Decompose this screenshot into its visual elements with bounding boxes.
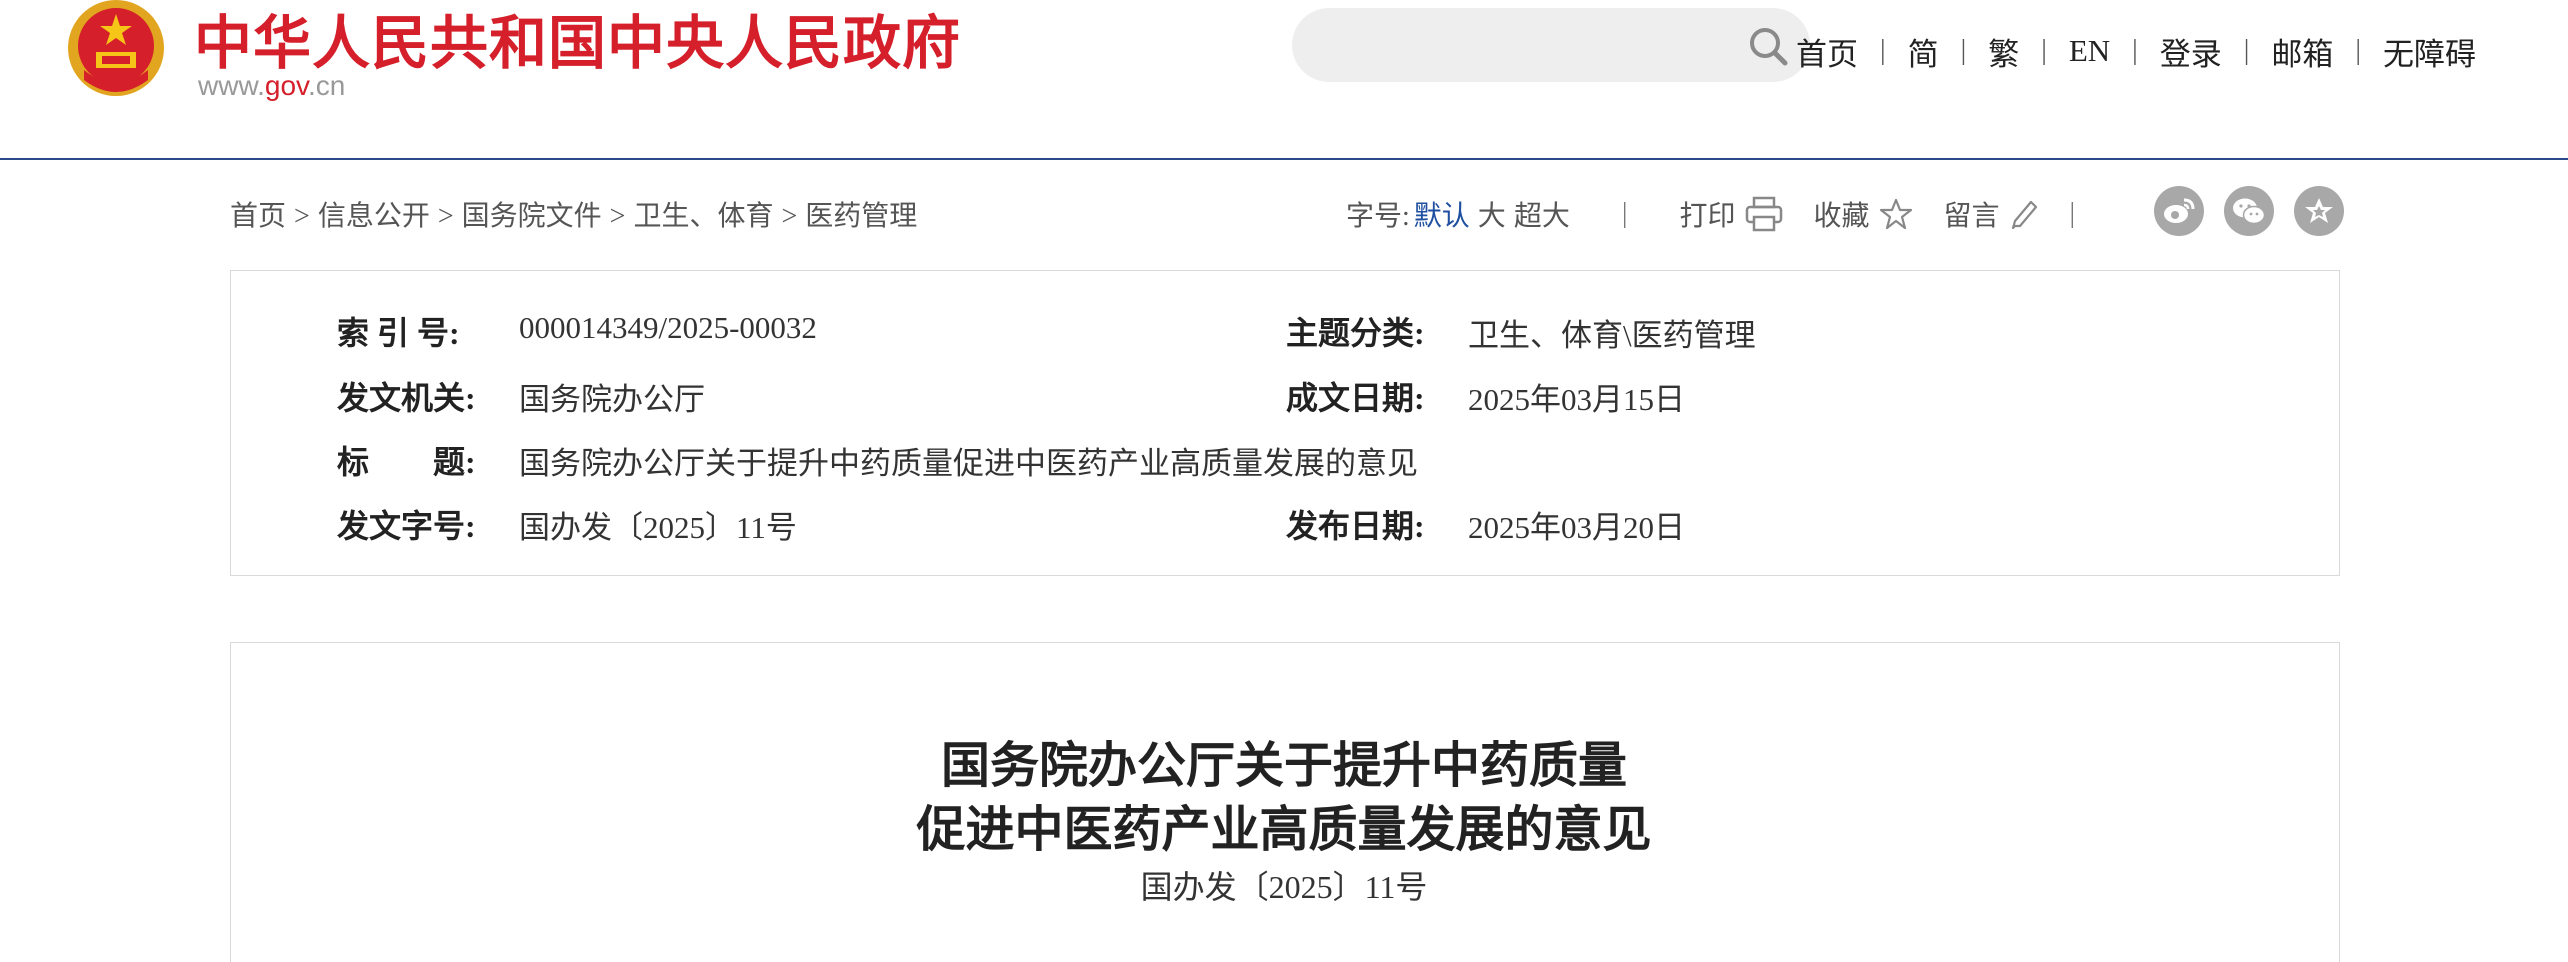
article-tools: 字号: 默认 大 超大 | 打印 收藏 留言 | [1346, 186, 2075, 242]
star-icon [1880, 198, 1913, 230]
font-size-large[interactable]: 大 [1478, 194, 1506, 234]
topic-label: 主题分类: [1286, 315, 1425, 351]
index-number-label: 索 引 号: [337, 315, 460, 351]
published-date-value: 2025年03月20日 [1468, 510, 1685, 545]
print-button[interactable]: 打印 [1679, 194, 1783, 234]
share-buttons [2154, 186, 2344, 236]
favorite-label: 收藏 [1813, 201, 1870, 232]
comment-button[interactable]: 留言 [1943, 194, 2039, 234]
article-title-line-1: 国务院办公厅关于提升中药质量 [940, 738, 1627, 793]
site-url-gov: gov [264, 70, 308, 101]
doc-number-value: 国办发〔2025〕11号 [519, 510, 797, 545]
breadcrumb-state-council-docs[interactable]: 国务院文件 [462, 201, 602, 232]
issuer-label: 发文机关: [337, 380, 476, 416]
issuer-value: 国务院办公厅 [519, 382, 705, 417]
nav-traditional[interactable]: 繁 [1988, 29, 2019, 74]
print-label: 打印 [1679, 201, 1736, 232]
nav-english[interactable]: EN [2069, 33, 2110, 69]
topic-value: 卫生、体育\医药管理 [1468, 318, 1756, 353]
search-bar [1292, 8, 1810, 82]
pencil-icon [2012, 200, 2038, 230]
nav-home[interactable]: 首页 [1796, 29, 1858, 74]
favorite-button[interactable]: 收藏 [1813, 194, 1913, 234]
site-url: www.gov.cn [198, 70, 345, 102]
site-url-suffix: .cn [307, 70, 346, 101]
wechat-icon[interactable] [2224, 186, 2274, 236]
search-icon[interactable] [1748, 26, 1788, 66]
breadcrumb-medicine-management[interactable]: 医药管理 [805, 201, 917, 232]
font-size-default[interactable]: 默认 [1414, 194, 1470, 234]
doc-number-label: 发文字号: [337, 508, 476, 544]
article-title-line-2: 促进中医药产业高质量发展的意见 [916, 802, 1652, 857]
national-emblem-icon[interactable] [66, 0, 166, 100]
published-date-label: 发布日期: [1286, 508, 1425, 544]
written-date-label: 成文日期: [1286, 380, 1425, 416]
site-url-prefix: www. [198, 70, 265, 101]
weibo-icon[interactable] [2154, 186, 2204, 236]
font-size-xlarge[interactable]: 超大 [1514, 194, 1570, 234]
font-size-label: 字号: [1346, 201, 1410, 232]
site-header: 中华人民共和国中央人民政府 www.gov.cn 首页 | 简 | 繁 | EN | 登… [0, 0, 2568, 160]
comment-label: 留言 [1943, 201, 2000, 232]
written-date-value: 2025年03月15日 [1468, 382, 1685, 417]
search-input[interactable] [1322, 22, 1706, 70]
breadcrumb-health-sports[interactable]: 卫生、体育 [633, 201, 773, 232]
breadcrumb: 首页 > 信息公开 > 国务院文件 > 卫生、体育 > 医药管理 [230, 201, 918, 232]
nav-mail[interactable]: 邮箱 [2271, 29, 2333, 74]
index-number-value: 000014349/2025-00032 [519, 310, 817, 345]
nav-accessibility[interactable]: 无障碍 [2383, 29, 2476, 74]
title-value: 国务院办公厅关于提升中药质量促进中医药产业高质量发展的意见 [519, 446, 1418, 481]
breadcrumb-info-public[interactable]: 信息公开 [318, 201, 430, 232]
printer-icon [1746, 196, 1783, 232]
favorites-star-icon[interactable] [2294, 186, 2344, 236]
nav-login[interactable]: 登录 [2160, 29, 2222, 74]
site-title[interactable]: 中华人民共和国中央人民政府 [194, 0, 961, 80]
nav-simplified[interactable]: 简 [1908, 29, 1939, 74]
top-nav: 首页 | 简 | 繁 | EN | 登录 | 邮箱 | 无障碍 [1796, 26, 2476, 76]
article-doc-number: 国办发〔2025〕11号 [1140, 869, 1428, 905]
title-label: 标 题: [337, 444, 476, 480]
breadcrumb-home[interactable]: 首页 [230, 201, 286, 232]
